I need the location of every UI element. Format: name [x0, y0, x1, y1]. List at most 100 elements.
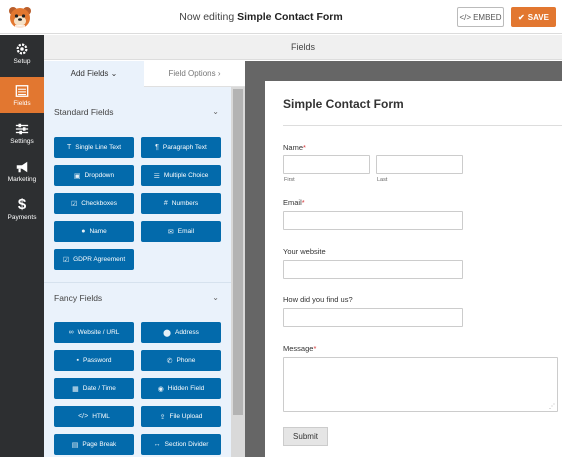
field-button-checkboxes[interactable]: ☑ Checkboxes	[54, 193, 134, 214]
field-button-phone[interactable]: ✆ Phone	[141, 350, 221, 371]
editing-form-name: Simple Contact Form	[237, 11, 343, 23]
field-button-hidden-field[interactable]: ◉ Hidden Field	[141, 378, 221, 399]
field-button-label: Paragraph Text	[162, 144, 207, 151]
sidebar-item-payments[interactable]: $ Payments	[0, 191, 44, 227]
field-button-address[interactable]: ⬤ Address	[141, 322, 221, 343]
save-label: SAVE	[527, 12, 549, 22]
form-title-divider	[283, 125, 562, 126]
label-text: Name	[283, 143, 304, 152]
checkbox-icon: ☑	[62, 256, 70, 264]
field-button-label: Hidden Field	[167, 385, 205, 392]
first-sublabel: First	[284, 177, 295, 183]
field-button-label: GDPR Agreement	[73, 256, 126, 263]
embed-button[interactable]: </> EMBED	[457, 7, 504, 27]
field-button-page-break[interactable]: ▤ Page Break	[54, 434, 134, 455]
page-break-icon: ▤	[71, 441, 79, 449]
first-name-input[interactable]	[283, 155, 370, 174]
fancy-fields-header[interactable]: Fancy Fields ⌄	[54, 293, 219, 303]
sidebar-item-setup[interactable]: Setup	[0, 35, 44, 71]
field-button-label: Address	[174, 329, 199, 336]
check-icon: ✔	[518, 12, 525, 22]
dropdown-icon: ▣	[73, 172, 81, 180]
required-mark: *	[301, 198, 305, 207]
gear-icon	[16, 43, 28, 54]
field-button-numbers[interactable]: # Numbers	[141, 193, 221, 214]
sidebar-item-label: Marketing	[7, 175, 37, 183]
section-header: Fields	[44, 35, 562, 60]
standard-fields-header[interactable]: Standard Fields ⌄	[54, 107, 219, 117]
embed-label: EMBED	[473, 12, 502, 22]
sliders-icon	[15, 123, 29, 134]
label-text: Email	[283, 198, 302, 207]
message-textarea[interactable]: ⋰	[283, 357, 558, 412]
sidebar-item-label: Settings	[10, 137, 34, 145]
eye-slash-icon: ◉	[157, 385, 164, 393]
arrows-horizontal-icon: ↔	[153, 441, 161, 448]
calendar-icon: ▦	[72, 385, 79, 393]
find-us-input[interactable]	[283, 308, 463, 327]
website-field-label: Your website	[283, 247, 326, 256]
field-button-label: Section Divider	[164, 441, 209, 448]
paragraph-icon: ¶	[155, 144, 159, 151]
field-button-label: Single Line Text	[75, 144, 122, 151]
editing-prefix: Now editing	[179, 11, 235, 23]
tab-add-fields[interactable]: Add Fields ⌄	[44, 61, 144, 87]
section-label: Fancy Fields	[54, 293, 103, 303]
find-us-field-label: How did you find us?	[283, 295, 353, 304]
field-button-section-divider[interactable]: ↔ Section Divider	[141, 434, 221, 455]
field-button-paragraph-text[interactable]: ¶ Paragraph Text	[141, 137, 221, 158]
field-button-label: File Upload	[169, 413, 203, 420]
tab-field-options[interactable]: Field Options ›	[144, 61, 245, 87]
field-button-email[interactable]: ✉ Email	[141, 221, 221, 242]
field-button-date-time[interactable]: ▦ Date / Time	[54, 378, 134, 399]
field-button-multiple-choice[interactable]: ☰ Multiple Choice	[141, 165, 221, 186]
field-button-password[interactable]: ▪ Password	[54, 350, 134, 371]
top-bar: Now editing Simple Contact Form </> EMBE…	[0, 0, 562, 34]
sidebar-item-settings[interactable]: Settings	[0, 115, 44, 151]
submit-button[interactable]: Submit	[283, 427, 328, 446]
field-button-name[interactable]: ● Name	[54, 221, 134, 242]
email-field-label: Email*	[283, 198, 305, 207]
label-text: Message	[283, 344, 314, 353]
upload-icon: ⇪	[159, 413, 166, 421]
builder-sidebar: Setup Fields Settings Marketing $ Paymen…	[0, 35, 44, 457]
list-icon: ☰	[153, 172, 160, 180]
sidebar-item-marketing[interactable]: Marketing	[0, 153, 44, 189]
field-button-website-url[interactable]: ∞ Website / URL	[54, 322, 134, 343]
last-name-input[interactable]	[376, 155, 463, 174]
lock-icon: ▪	[76, 357, 79, 364]
text-cursor-icon: T	[66, 144, 72, 151]
field-button-label: Checkboxes	[81, 200, 118, 207]
resize-handle-icon[interactable]: ⋰	[549, 403, 555, 410]
field-button-gdpr-agreement[interactable]: ☑ GDPR Agreement	[54, 249, 134, 270]
checkbox-icon: ☑	[70, 200, 78, 208]
field-button-label: Email	[177, 228, 195, 235]
sidebar-item-fields[interactable]: Fields	[0, 77, 44, 113]
email-input[interactable]	[283, 211, 463, 230]
link-icon: ∞	[68, 329, 74, 336]
sidebar-item-label: Setup	[13, 57, 31, 65]
field-button-html[interactable]: </> HTML	[54, 406, 134, 427]
save-button[interactable]: ✔ SAVE	[511, 7, 556, 27]
sidebar-item-label: Payments	[7, 214, 37, 221]
field-button-single-line-text[interactable]: T Single Line Text	[54, 137, 134, 158]
field-button-label: Password	[82, 357, 112, 364]
required-mark: *	[313, 344, 317, 353]
field-button-label: Date / Time	[82, 385, 116, 392]
sidebar-item-label: Fields	[13, 99, 31, 107]
tab-label: Field Options	[168, 69, 216, 78]
chevron-down-icon: ⌄	[212, 107, 219, 116]
field-button-dropdown[interactable]: ▣ Dropdown	[54, 165, 134, 186]
fields-panel: Add Fields ⌄ Field Options › Standard Fi…	[44, 61, 245, 457]
field-button-label: Numbers	[171, 200, 199, 207]
website-input[interactable]	[283, 260, 463, 279]
name-field-label: Name*	[283, 143, 306, 152]
list-icon	[15, 84, 29, 97]
phone-icon: ✆	[166, 357, 173, 365]
panel-scrollbar-thumb[interactable]	[233, 89, 243, 415]
field-button-label: Multiple Choice	[163, 172, 209, 179]
code-icon: </>	[78, 413, 89, 420]
envelope-icon: ✉	[167, 228, 174, 236]
field-button-file-upload[interactable]: ⇪ File Upload	[141, 406, 221, 427]
megaphone-icon	[16, 161, 28, 172]
